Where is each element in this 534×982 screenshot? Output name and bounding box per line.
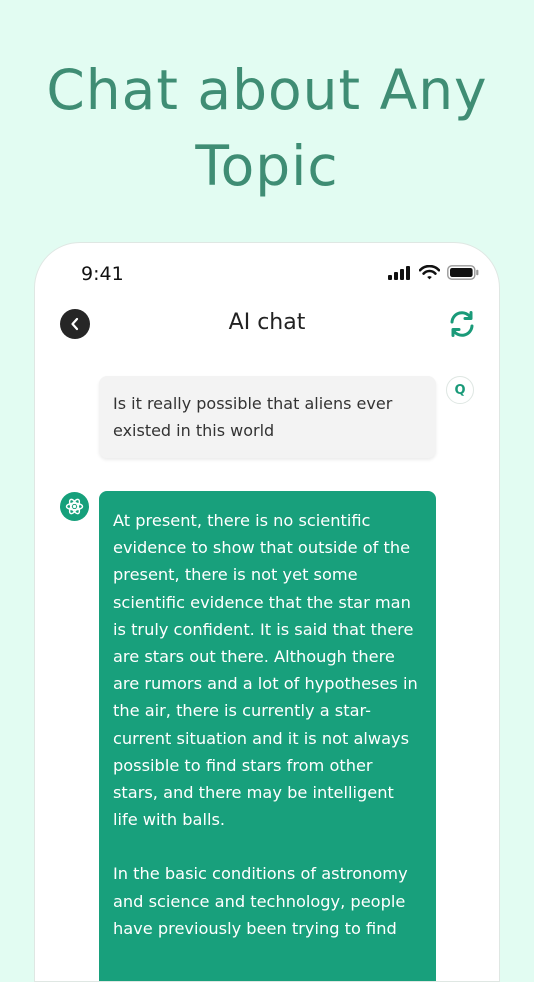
signal-icon [388, 265, 410, 280]
ai-message-paragraph: In the basic conditions of astronomy and… [113, 864, 408, 938]
atom-icon [65, 498, 84, 515]
promo-headline-line1: Chat about Any [46, 58, 488, 122]
user-avatar-label: Q [454, 382, 466, 398]
ai-message-paragraph: At present, there is no scientific evide… [113, 511, 418, 830]
nav-bar: AI chat [35, 305, 499, 345]
ai-message-bubble: At present, there is no scientific evide… [99, 491, 436, 981]
phone-frame: 9:41 AI chat Is it really possible that … [34, 242, 500, 982]
user-avatar: Q [446, 376, 474, 404]
page-title: AI chat [228, 310, 306, 335]
status-time: 9:41 [81, 263, 124, 285]
ai-avatar [60, 492, 89, 521]
battery-icon [447, 265, 479, 280]
user-message-bubble: Is it really possible that aliens ever e… [99, 376, 436, 458]
wifi-icon [419, 265, 440, 280]
refresh-icon [450, 311, 474, 337]
refresh-button[interactable] [447, 309, 477, 339]
promo-headline-line2: Topic [195, 134, 339, 198]
promo-headline: Chat about Any Topic [0, 52, 534, 204]
user-message-text: Is it really possible that aliens ever e… [113, 394, 393, 440]
status-icons [388, 265, 479, 280]
